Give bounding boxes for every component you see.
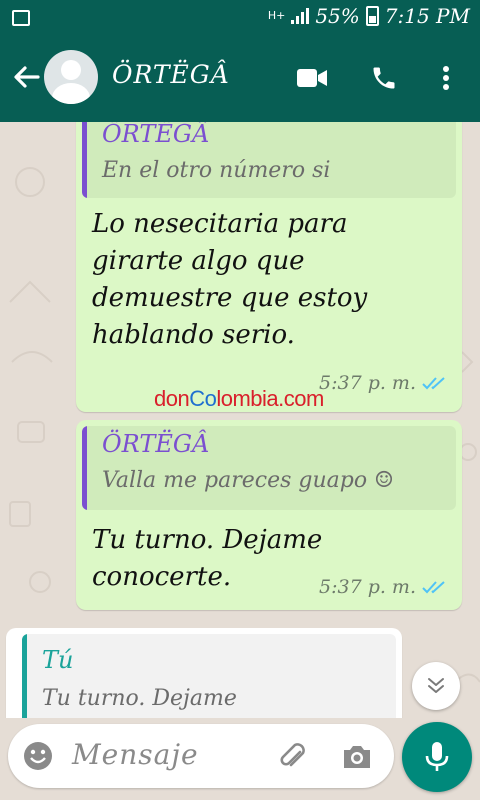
watermark-logo: donColombia.com bbox=[154, 386, 324, 411]
message-line: conocerte. bbox=[92, 562, 232, 592]
read-receipt-icon bbox=[422, 581, 445, 594]
message-composer[interactable]: Mensaje bbox=[8, 724, 394, 788]
signal-icon bbox=[291, 8, 310, 24]
message-meta: 5:37 p. m. bbox=[319, 576, 448, 598]
voice-call-icon[interactable] bbox=[364, 58, 404, 98]
message-input[interactable]: Mensaje bbox=[72, 738, 199, 771]
back-arrow-icon[interactable] bbox=[10, 61, 42, 93]
gallery-notification-icon bbox=[12, 10, 30, 26]
clock: 7:15 PM bbox=[384, 4, 470, 28]
outgoing-message[interactable]: ÖRTËGÂ En el otro número si Lo nesecitar… bbox=[76, 122, 462, 412]
quoted-reply[interactable]: Tú Tu turno. Dejame bbox=[22, 634, 396, 718]
quoted-author: ÖRTËGÂ bbox=[102, 430, 210, 458]
incoming-message[interactable]: Tú Tu turno. Dejame bbox=[6, 628, 402, 718]
quoted-text: Tu turno. Dejame bbox=[42, 686, 237, 711]
quoted-author: ÖRTËGÂ bbox=[102, 122, 210, 148]
video-call-icon[interactable] bbox=[292, 58, 332, 98]
quoted-reply[interactable]: ÖRTËGÂ Valla me pareces guapo ☺ bbox=[82, 426, 456, 510]
message-line: girarte algo que bbox=[92, 246, 305, 276]
message-time: 5:37 p. m. bbox=[318, 372, 416, 394]
read-receipt-icon bbox=[422, 377, 445, 390]
status-bar: H+ 55% 7:15 PM bbox=[0, 0, 480, 34]
message-text: Lo nesecitaria para girarte algo que dem… bbox=[92, 206, 367, 354]
network-type: H+ bbox=[267, 9, 286, 22]
quote-accent-bar bbox=[82, 426, 87, 510]
quoted-text: Valla me pareces guapo ☺ bbox=[102, 468, 394, 493]
quoted-reply[interactable]: ÖRTËGÂ En el otro número si bbox=[82, 122, 456, 198]
chat-area[interactable]: ÖRTËGÂ En el otro número si Lo nesecitar… bbox=[0, 122, 480, 718]
scroll-to-bottom-button[interactable] bbox=[412, 662, 460, 710]
voice-record-button[interactable] bbox=[402, 722, 472, 792]
message-line: demuestre que estoy bbox=[92, 283, 368, 313]
message-text: Tu turno. Dejame conocerte. bbox=[92, 522, 322, 596]
message-time: 5:37 p. m. bbox=[318, 576, 416, 598]
message-line: hablando serio. bbox=[92, 320, 295, 350]
message-line: Lo nesecitaria para bbox=[92, 209, 348, 239]
message-meta: 5:37 p. m. bbox=[319, 372, 448, 394]
more-options-icon[interactable] bbox=[426, 58, 466, 98]
microphone-icon bbox=[425, 742, 449, 771]
emoji-icon[interactable] bbox=[22, 740, 54, 772]
battery-icon bbox=[365, 6, 379, 26]
attach-icon[interactable] bbox=[276, 740, 310, 774]
battery-percent: 55% bbox=[315, 4, 360, 28]
avatar[interactable] bbox=[44, 50, 98, 104]
quote-accent-bar bbox=[82, 122, 87, 198]
contact-name[interactable]: ÖRTËGÂ bbox=[112, 60, 230, 89]
quoted-author: Tú bbox=[42, 646, 74, 674]
chat-header: ÖRTËGÂ bbox=[0, 34, 480, 122]
quote-accent-bar bbox=[22, 634, 27, 718]
quoted-text: En el otro número si bbox=[102, 158, 331, 183]
double-chevron-down-icon bbox=[428, 678, 444, 693]
camera-icon[interactable] bbox=[340, 740, 374, 774]
outgoing-message[interactable]: ÖRTËGÂ Valla me pareces guapo ☺ Tu turno… bbox=[76, 420, 462, 610]
message-line: Tu turno. Dejame bbox=[92, 525, 323, 555]
